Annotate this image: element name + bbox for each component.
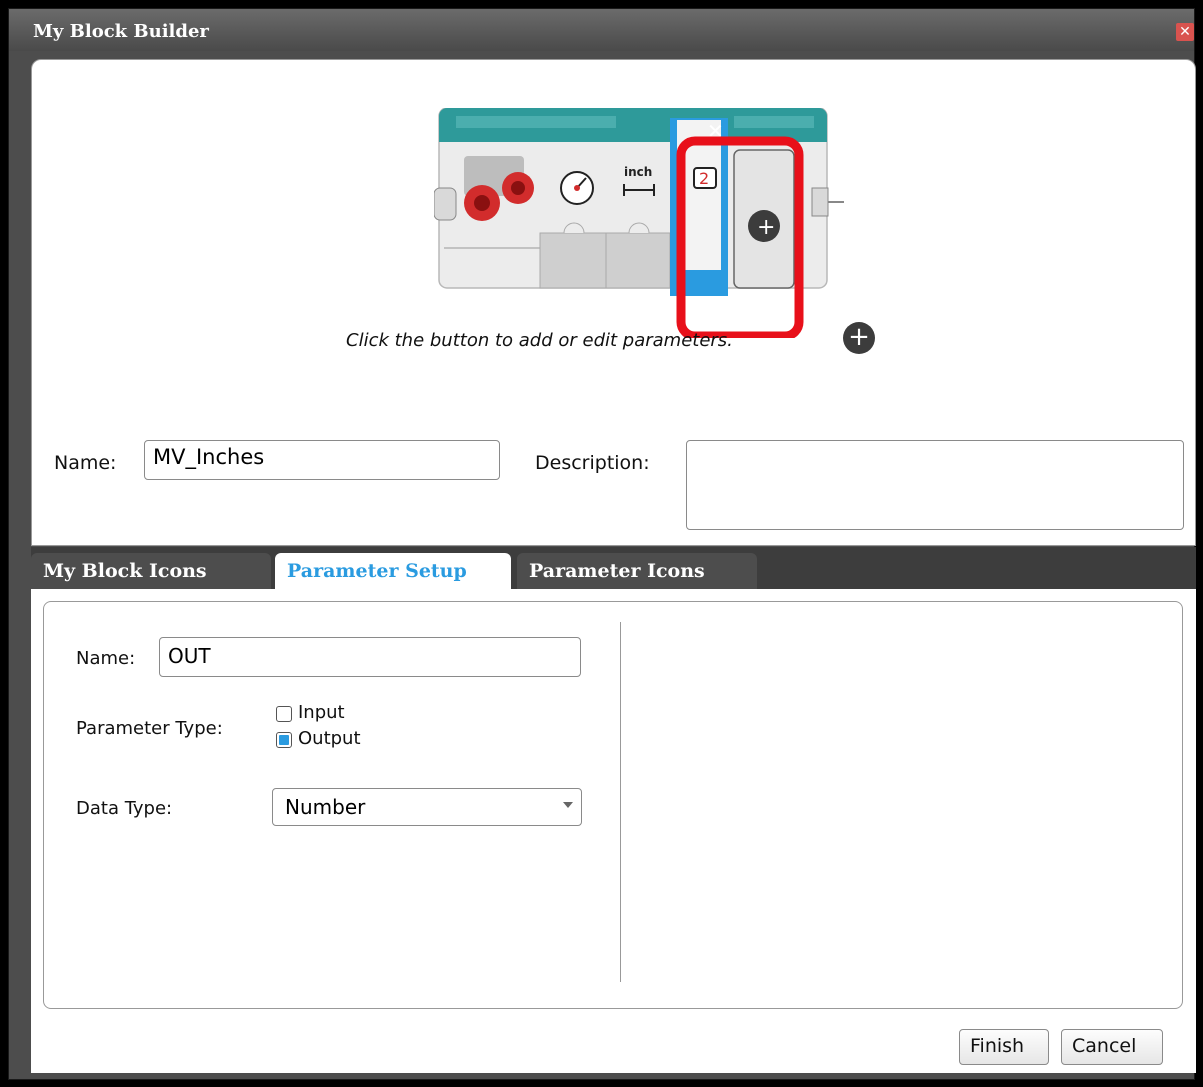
data-type-value: Number [285,795,366,819]
svg-text:+: + [757,215,775,240]
tab-parameter-setup[interactable]: Parameter Setup [275,553,511,589]
sequence-input-plug [433,187,457,221]
sequence-output-plug [811,187,829,217]
finish-button[interactable]: Finish [959,1029,1049,1065]
tab-strip: My Block Icons Parameter Setup Parameter… [31,547,1196,589]
window-title: My Block Builder [33,21,209,42]
block-name-input[interactable]: MV_Inches [144,440,500,480]
chevron-down-icon [563,802,573,808]
data-type-label: Data Type: [76,798,173,819]
parameter-setup-panel: Name: OUT Parameter Type: Input Output D… [31,589,1196,1073]
output-option-label: Output [298,728,361,749]
title-bar[interactable]: My Block Builder ✕ [9,9,1194,51]
parameter-slots [539,232,671,289]
panel-divider [620,622,621,982]
input-checkbox[interactable] [276,706,292,722]
dialog-window: My Block Builder ✕ inch 2 ✕ + Click the … [8,8,1196,1080]
description-input[interactable] [686,440,1184,530]
tab-my-block-icons[interactable]: My Block Icons [31,553,271,589]
block-preview-panel: inch 2 ✕ + Click the button to add or ed… [31,59,1196,546]
speed-gauge-icon [560,171,594,205]
parameter-type-label: Parameter Type: [76,718,223,739]
my-block-preview: inch 2 ✕ + [433,107,846,341]
parameter-name-input[interactable]: OUT [159,637,581,677]
add-parameter-hint-icon[interactable]: + [843,322,875,354]
output-checkbox[interactable] [276,732,292,748]
close-icon[interactable]: ✕ [1176,23,1194,41]
tab-parameter-icons[interactable]: Parameter Icons [517,553,757,589]
description-label: Description: [535,452,650,474]
parameter-value: 2 [699,169,709,188]
data-type-select[interactable]: Number [272,788,582,826]
input-option-label: Input [298,702,345,723]
parameter-form: Name: OUT Parameter Type: Input Output D… [43,601,1183,1009]
block-graphic: inch 2 ✕ + [433,107,844,341]
inch-label: inch [624,165,652,179]
block-name-label: Name: [54,452,117,474]
parameter-hint-text: Click the button to add or edit paramete… [346,330,733,351]
cancel-button[interactable]: Cancel [1061,1029,1163,1065]
parameter-name-label: Name: [76,648,136,669]
